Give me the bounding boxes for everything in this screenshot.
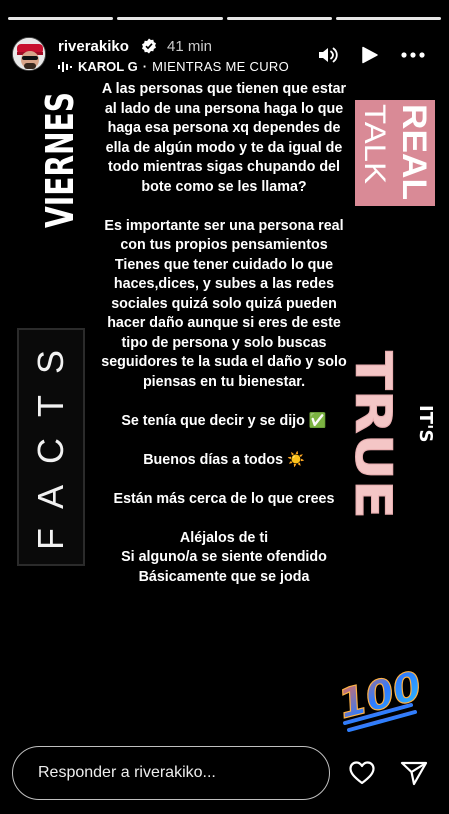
more-options-icon[interactable] — [400, 44, 426, 66]
story-header: riverakiko 41 min KAROL G · MIENTRAS ME … — [12, 33, 437, 79]
heart-icon[interactable] — [348, 760, 376, 786]
music-artist: KAROL G — [78, 59, 138, 74]
story-line: Si alguno/a se siente ofendido — [121, 549, 327, 565]
hundred-text: 100 — [335, 665, 423, 728]
viernes-text: VIERNES — [38, 92, 82, 228]
story-paragraph: Buenos días a todos ☀️ — [143, 451, 305, 468]
reply-input[interactable] — [38, 764, 308, 782]
music-track: MIENTRAS ME CURO — [152, 59, 290, 74]
sound-on-icon[interactable] — [317, 44, 339, 66]
music-separator: · — [142, 59, 148, 74]
story-progress — [8, 17, 441, 20]
progress-segment — [117, 17, 223, 20]
story-line: Aléjalos de ti — [179, 529, 269, 546]
play-icon[interactable] — [358, 44, 380, 66]
username[interactable]: riverakiko — [58, 38, 129, 55]
real-talk-sticker: REAL TALK — [355, 100, 435, 206]
progress-segment-current — [335, 17, 441, 20]
progress-segment — [226, 17, 332, 20]
real-text: REAL — [395, 104, 433, 200]
facts-text: FACTS — [30, 350, 71, 550]
post-time: 41 min — [167, 38, 213, 55]
music-info[interactable]: KAROL G · MIENTRAS ME CURO — [58, 59, 292, 74]
true-text: TRUE — [348, 351, 402, 519]
progress-segment — [8, 17, 114, 20]
story-paragraph: Se tenía que decir y se dijo ✅ — [121, 412, 327, 429]
viernes-sticker: VIERNES — [38, 92, 82, 228]
facts-sticker: FACTS — [17, 328, 85, 566]
hundred-emoji-sticker: 100 — [335, 665, 423, 732]
its-text: IT'S — [415, 405, 436, 442]
story-paragraph: A las personas que tienen que estar al l… — [101, 81, 347, 195]
avatar[interactable] — [12, 37, 46, 71]
story-text: A las personas que tienen que estar al l… — [96, 80, 352, 587]
story-paragraph: Es importante ser una persona real con t… — [101, 217, 347, 390]
reply-field[interactable] — [12, 746, 330, 800]
send-icon[interactable] — [400, 760, 428, 786]
its-true-sticker: IT'S TRUE — [348, 351, 436, 520]
story-paragraph: Están más cerca de lo que crees — [113, 490, 335, 507]
music-bars-icon — [58, 61, 72, 72]
verified-badge-icon — [142, 38, 156, 54]
story-line: Básicamente que se joda — [138, 568, 310, 585]
talk-text: TALK — [358, 104, 391, 184]
